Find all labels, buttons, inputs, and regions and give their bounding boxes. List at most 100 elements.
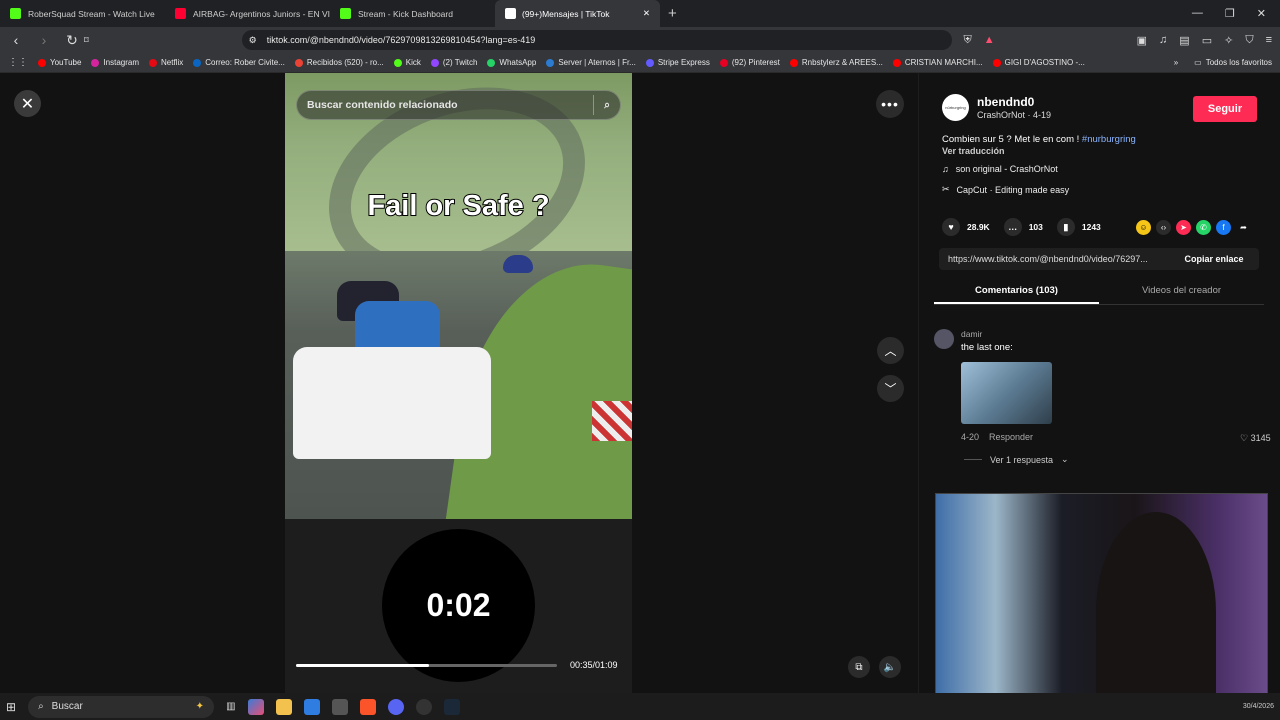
comment-icon: … [1003, 218, 1022, 236]
obs-icon[interactable] [415, 698, 432, 715]
avatar[interactable] [934, 329, 954, 349]
chevron-up-icon: ︿ [884, 344, 897, 358]
forward-icon[interactable]: › [36, 32, 52, 48]
tab-airbag[interactable]: AIRBAG- Argentinos Juniors - EN VIVO [165, 0, 330, 27]
task-view-icon[interactable]: ▥ [226, 701, 235, 712]
discord-icon[interactable] [387, 698, 404, 715]
whatsapp-icon[interactable]: ✆ [1196, 220, 1211, 235]
app-icon[interactable] [331, 698, 348, 715]
floating-player-button[interactable]: ⧉ [848, 656, 870, 678]
new-tab-button[interactable]: + [660, 5, 685, 22]
view-replies-button[interactable]: Ver 1 respuesta ⌄ [964, 454, 1069, 465]
shield-icon[interactable]: ⛨ [964, 34, 972, 47]
reply-button[interactable]: Responder [989, 432, 1033, 442]
follow-button[interactable]: Seguir [1193, 96, 1257, 122]
reload-icon[interactable]: ↻ [64, 32, 80, 49]
bookmark-kick[interactable]: Kick [393, 58, 421, 67]
minimize-icon[interactable]: — [1192, 7, 1203, 20]
search-icon[interactable]: ⌕ [604, 99, 610, 112]
restore-icon[interactable]: ❐ [1225, 7, 1235, 20]
tab-tiktok[interactable]: (99+)Mensajes | TikTok ✕ [495, 0, 660, 27]
video-progress-bar[interactable] [296, 664, 557, 667]
close-window-icon[interactable]: ✕ [1257, 7, 1266, 20]
sidebar-tabs: Comentarios (103) Videos del creador [934, 280, 1264, 305]
back-icon[interactable]: ‹ [8, 32, 24, 48]
tab-robersquad[interactable]: RoberSquad Stream - Watch Live [0, 0, 165, 27]
share-link-field[interactable]: https://www.tiktok.com/@nbendnd0/video/7… [939, 254, 1169, 264]
brave-icon[interactable] [359, 698, 376, 715]
bookmark-correo[interactable]: Correo: Rober Civite... [193, 58, 285, 67]
toolbar-icons: ⛨ ▲ ▣ ♫ ▤ ▭ ✧ ⛉ ≡ [964, 34, 1273, 47]
bookmark-cristian[interactable]: CRISTIAN MARCHI... [892, 58, 983, 67]
bookmark-recibidos[interactable]: Recibidos (520) - ro... [294, 58, 384, 67]
windows-start-icon[interactable]: ⊞ [6, 700, 16, 714]
url-field[interactable]: ⌑ ⚙ tiktok.com/@nbendnd0/video/762970981… [84, 30, 952, 50]
facebook-icon[interactable]: f [1216, 220, 1231, 235]
taskbar-search[interactable]: ⌕ Buscar ✦ [28, 695, 215, 718]
music-row[interactable]: ♫ son original - CrashOrNot [942, 164, 1058, 174]
sidebar-icon[interactable]: ▤ [1179, 34, 1189, 47]
more-options-button[interactable]: ••• [876, 90, 904, 118]
clock[interactable]: 30/4/2026 [1243, 703, 1274, 710]
embed-icon[interactable]: ‹› [1156, 220, 1171, 235]
gift-icon[interactable]: ☺ [1136, 220, 1151, 235]
bookmark-youtube[interactable]: YouTube [38, 58, 81, 67]
comment-image[interactable] [961, 362, 1052, 424]
streamer-silhouette [1096, 512, 1216, 710]
bookmark-whatsapp[interactable]: WhatsApp [487, 58, 536, 67]
copilot-icon[interactable] [247, 698, 264, 715]
related-search-input[interactable]: Buscar contenido relacionado ⌕ [296, 90, 621, 120]
close-video-button[interactable]: ✕ [14, 90, 41, 117]
avatar[interactable]: nürburgring [942, 94, 969, 121]
previous-video-button[interactable]: ︿ [877, 337, 904, 364]
capcut-row[interactable]: ✂ CapCut · Editing made easy [942, 184, 1069, 195]
music-icon[interactable]: ♫ [1159, 34, 1167, 47]
site-info-icon[interactable]: ⚙ [249, 35, 257, 46]
bookmark-twitch[interactable]: (2) Twitch [430, 58, 477, 67]
race-scene [285, 251, 632, 519]
more-bookmarks-icon[interactable]: » [1174, 58, 1178, 67]
store-icon[interactable] [303, 698, 320, 715]
close-tab-icon[interactable]: ✕ [643, 8, 650, 19]
copy-link-button[interactable]: Copiar enlace [1169, 254, 1259, 264]
kick-icon [10, 8, 21, 19]
save-button[interactable]: ▮ 1243 [1056, 218, 1101, 236]
bookmark-star-icon[interactable]: ⌑ [84, 35, 89, 46]
rewards-icon[interactable]: ▲ [984, 34, 995, 47]
steam-icon[interactable] [443, 698, 460, 715]
hashtag-link[interactable]: #nurburgring [1082, 134, 1136, 145]
comment-button[interactable]: … 103 [1003, 218, 1043, 236]
tab-comments[interactable]: Comentarios (103) [934, 280, 1099, 304]
send-icon[interactable]: ➤ [1176, 220, 1191, 235]
all-bookmarks-folder[interactable]: ▭ Todos los favoritos [1194, 58, 1272, 67]
next-video-button[interactable]: ﹀ [877, 375, 904, 402]
tab-creator-videos[interactable]: Videos del creador [1099, 280, 1264, 304]
apps-icon[interactable]: ⋮⋮ [8, 57, 28, 68]
vpn-icon[interactable]: ⛉ [1245, 34, 1253, 47]
like-button[interactable]: ♥ 28.9K [942, 218, 990, 236]
bookmark-netflix[interactable]: Netflix [149, 58, 183, 67]
bookmark-gigi[interactable]: GIGI D'AGOSTINO -... [992, 58, 1085, 67]
bookmark-stripe[interactable]: Stripe Express [645, 58, 710, 67]
leo-icon[interactable]: ✧ [1224, 34, 1233, 47]
file-explorer-icon[interactable] [275, 698, 292, 715]
wallet-icon[interactable]: ▭ [1202, 34, 1212, 47]
volume-button[interactable]: 🔈 [879, 656, 901, 678]
screenshot-icon[interactable]: ▣ [1137, 34, 1147, 47]
bookmark-aternos[interactable]: Server | Aternos | Fr... [546, 58, 636, 67]
bookmark-pinterest[interactable]: (92) Pinterest [719, 58, 780, 67]
car-blue-far [503, 255, 533, 273]
bookmark-rnbstylerz[interactable]: Rnbstylerz & AREES... [789, 58, 883, 67]
video-player[interactable]: Buscar contenido relacionado ⌕ Fail or S… [285, 73, 632, 693]
share-buttons: ☺ ‹› ➤ ✆ f ➦ [1136, 220, 1251, 235]
author-block[interactable]: nürburgring nbendnd0 CrashOrNot · 4-19 [942, 94, 1051, 121]
translate-link[interactable]: Ver traducción [942, 146, 1005, 156]
share-arrow-icon[interactable]: ➦ [1236, 220, 1251, 235]
tab-kick-dashboard[interactable]: Stream - Kick Dashboard [330, 0, 495, 27]
menu-icon[interactable]: ≡ [1266, 34, 1272, 47]
comment-like-button[interactable]: ♡ 3145 [1240, 433, 1271, 444]
video-viewer: ✕ Buscar contenido relacionado ⌕ Fail or… [0, 73, 918, 693]
comment-username[interactable]: damir [961, 329, 982, 339]
bookmark-instagram[interactable]: Instagram [91, 58, 139, 67]
author-username[interactable]: nbendnd0 [977, 95, 1051, 109]
